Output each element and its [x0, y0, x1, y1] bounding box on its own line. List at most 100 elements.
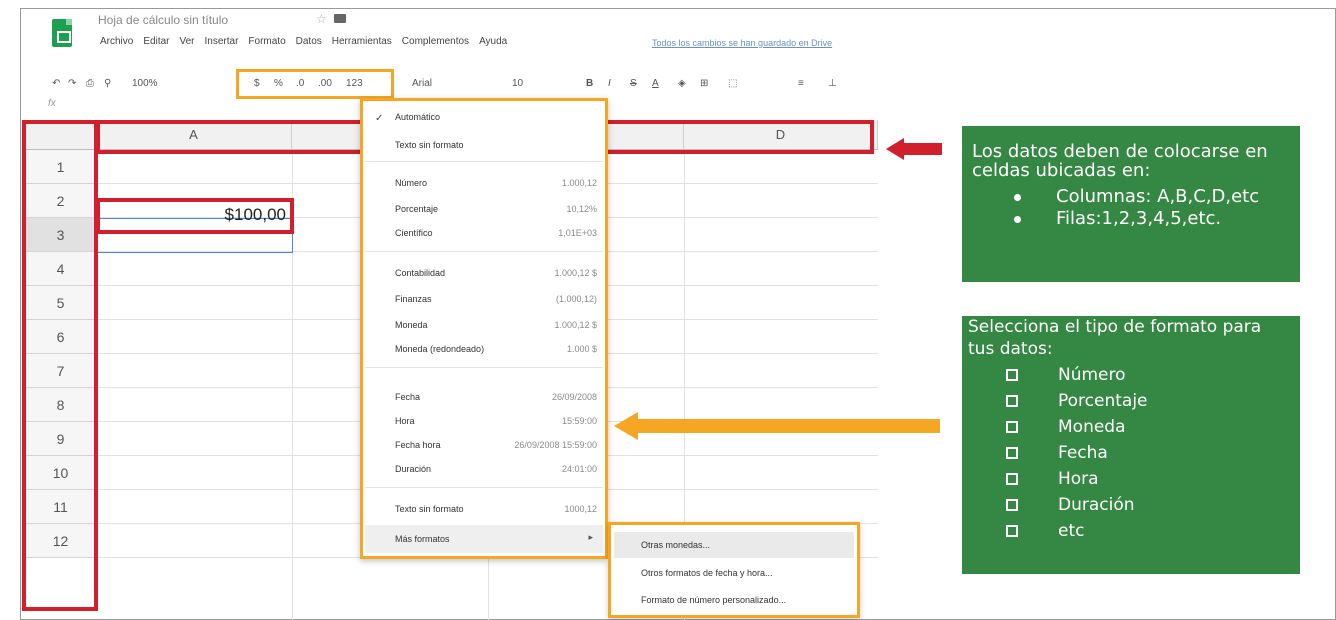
- menu-archivo[interactable]: Archivo: [100, 36, 133, 47]
- format-currency[interactable]: Moneda: [395, 315, 428, 335]
- other-date-time-formats-item[interactable]: Otros formatos de fecha y hora...: [641, 564, 773, 582]
- list-item: Número: [968, 362, 1292, 388]
- format-datetime-example: 26/09/2008 15:59:00: [514, 440, 597, 450]
- menu-divider: [365, 367, 603, 368]
- info-box-formats-list: Número Porcentaje Moneda Fecha Hora Dura…: [968, 362, 1292, 544]
- checkbox-icon: [1006, 395, 1018, 407]
- caret-right-icon: ▸: [588, 532, 593, 542]
- info-box-cells-text: Los datos deben de colocarse en celdas u…: [972, 141, 1268, 181]
- checkbox-icon: [1006, 473, 1018, 485]
- other-currencies-item[interactable]: Otras monedas...: [641, 536, 710, 554]
- format-scientific-example: 1,01E+03: [558, 228, 597, 238]
- paint-format-icon[interactable]: ⚲: [104, 73, 111, 95]
- format-plain-text-2-example: 1000,12: [564, 504, 597, 514]
- format-accounting[interactable]: Contabilidad: [395, 263, 445, 283]
- menu-divider: [365, 161, 603, 162]
- menu-datos[interactable]: Datos: [296, 36, 322, 47]
- list-item: Columnas: A,B,C,D,etc: [972, 186, 1292, 208]
- format-number-example: 1.000,12: [561, 178, 597, 188]
- menu-insertar[interactable]: Insertar: [205, 36, 239, 47]
- format-number[interactable]: Número: [395, 173, 427, 193]
- format-currency-rounded[interactable]: Moneda (redondeado): [395, 339, 484, 359]
- format-percent[interactable]: Porcentaje: [395, 199, 438, 219]
- star-icon[interactable]: ☆: [316, 12, 327, 26]
- redo-icon[interactable]: ↷: [68, 73, 76, 95]
- format-plain-text-2[interactable]: Texto sin formato: [395, 499, 464, 519]
- list-item: etc: [968, 518, 1292, 544]
- format-financial-example: (1.000,12): [555, 294, 597, 304]
- orange-arrow-icon: [614, 412, 940, 440]
- list-item: Filas:1,2,3,4,5,etc.: [972, 208, 1292, 230]
- text-color-button[interactable]: A: [652, 73, 659, 95]
- print-icon[interactable]: ⎙: [86, 73, 94, 95]
- menu-ver[interactable]: Ver: [179, 36, 194, 47]
- format-duration[interactable]: Duración: [395, 459, 431, 479]
- list-item: Duración: [968, 492, 1292, 518]
- format-automatic[interactable]: Automático: [395, 107, 440, 127]
- sheets-logo-icon[interactable]: [52, 19, 72, 47]
- more-formats-row[interactable]: Más formatos ▸: [365, 525, 603, 553]
- undo-icon[interactable]: ↶: [52, 73, 60, 95]
- toolbar: ↶ ↷ ⎙ ⚲ 100% $ % .0 .00 123 Arial 10 B I…: [52, 73, 878, 95]
- folder-icon[interactable]: [334, 14, 346, 23]
- more-formats-submenu: Otras monedas... Otros formatos de fecha…: [608, 522, 860, 618]
- info-box-formats: Selecciona el tipo de formato para tus d…: [962, 316, 1300, 574]
- row-headers-highlight: [22, 120, 98, 611]
- format-accounting-example: 1.000,12 $: [554, 268, 597, 278]
- format-datetime[interactable]: Fecha hora: [395, 435, 441, 455]
- checkbox-icon: [1006, 421, 1018, 433]
- menu-complementos[interactable]: Complementos: [402, 36, 469, 47]
- more-formats-label: Más formatos: [395, 534, 450, 544]
- number-format-tools-highlight: [236, 69, 394, 99]
- bold-button[interactable]: B: [586, 73, 593, 95]
- strikethrough-button[interactable]: S: [630, 73, 637, 95]
- italic-button[interactable]: I: [608, 73, 611, 95]
- menu-divider: [365, 251, 603, 252]
- list-item: Moneda: [968, 414, 1292, 440]
- format-duration-example: 24:01:00: [561, 464, 597, 474]
- check-icon: ✓: [375, 113, 384, 124]
- save-status-link[interactable]: Todos los cambios se han guardado en Dri…: [652, 38, 832, 48]
- checkbox-icon: [1006, 525, 1018, 537]
- font-size-select[interactable]: 10: [512, 73, 523, 95]
- format-currency-example: 1.000,12 $: [554, 320, 597, 330]
- format-plain-text[interactable]: Texto sin formato: [395, 135, 464, 155]
- bullet-icon: [1014, 216, 1021, 223]
- list-item: Hora: [968, 466, 1292, 492]
- info-box-cells-list: Columnas: A,B,C,D,etc Filas:1,2,3,4,5,et…: [972, 186, 1292, 230]
- info-box-cells: Los datos deben de colocarse en celdas u…: [962, 126, 1300, 282]
- menu-ayuda[interactable]: Ayuda: [479, 36, 507, 47]
- menu-editar[interactable]: Editar: [143, 36, 169, 47]
- checkbox-icon: [1006, 499, 1018, 511]
- vertical-align-icon[interactable]: ⊥: [828, 73, 837, 95]
- format-scientific[interactable]: Científico: [395, 223, 433, 243]
- format-financial[interactable]: Finanzas: [395, 289, 432, 309]
- format-date-example: 26/09/2008: [551, 392, 597, 402]
- bullet-icon: [1014, 194, 1021, 201]
- checkbox-icon: [1006, 369, 1018, 381]
- format-date[interactable]: Fecha: [395, 387, 420, 407]
- zoom-select[interactable]: 100%: [132, 73, 158, 95]
- checkbox-icon: [1006, 447, 1018, 459]
- format-time-example: 15:59:00: [561, 416, 597, 426]
- formula-icon: fx: [48, 98, 56, 109]
- menu-formato[interactable]: Formato: [248, 36, 285, 47]
- format-currency-rounded-example: 1.000 $: [566, 344, 597, 354]
- format-time[interactable]: Hora: [395, 411, 415, 431]
- borders-icon[interactable]: ⊞: [700, 73, 708, 95]
- menu-herramientas[interactable]: Herramientas: [332, 36, 392, 47]
- font-select[interactable]: Arial: [412, 73, 432, 95]
- list-item: Porcentaje: [968, 388, 1292, 414]
- document-title[interactable]: Hoja de cálculo sin título: [98, 13, 228, 27]
- list-item: Fecha: [968, 440, 1292, 466]
- fill-color-icon[interactable]: ◈: [678, 73, 686, 95]
- menu-bar: Archivo Editar Ver Insertar Formato Dato…: [100, 36, 507, 47]
- number-format-menu: ✓ Automático Texto sin formato Número 1.…: [360, 98, 608, 559]
- red-arrow-icon: [886, 138, 942, 160]
- align-icon[interactable]: ≡: [798, 73, 804, 95]
- cell-a2-highlight: [96, 198, 294, 234]
- menu-divider: [365, 487, 603, 488]
- merge-cells-icon[interactable]: ⬚: [728, 73, 737, 95]
- custom-number-format-item[interactable]: Formato de número personalizado...: [641, 591, 786, 609]
- format-percent-example: 10,12%: [566, 204, 597, 214]
